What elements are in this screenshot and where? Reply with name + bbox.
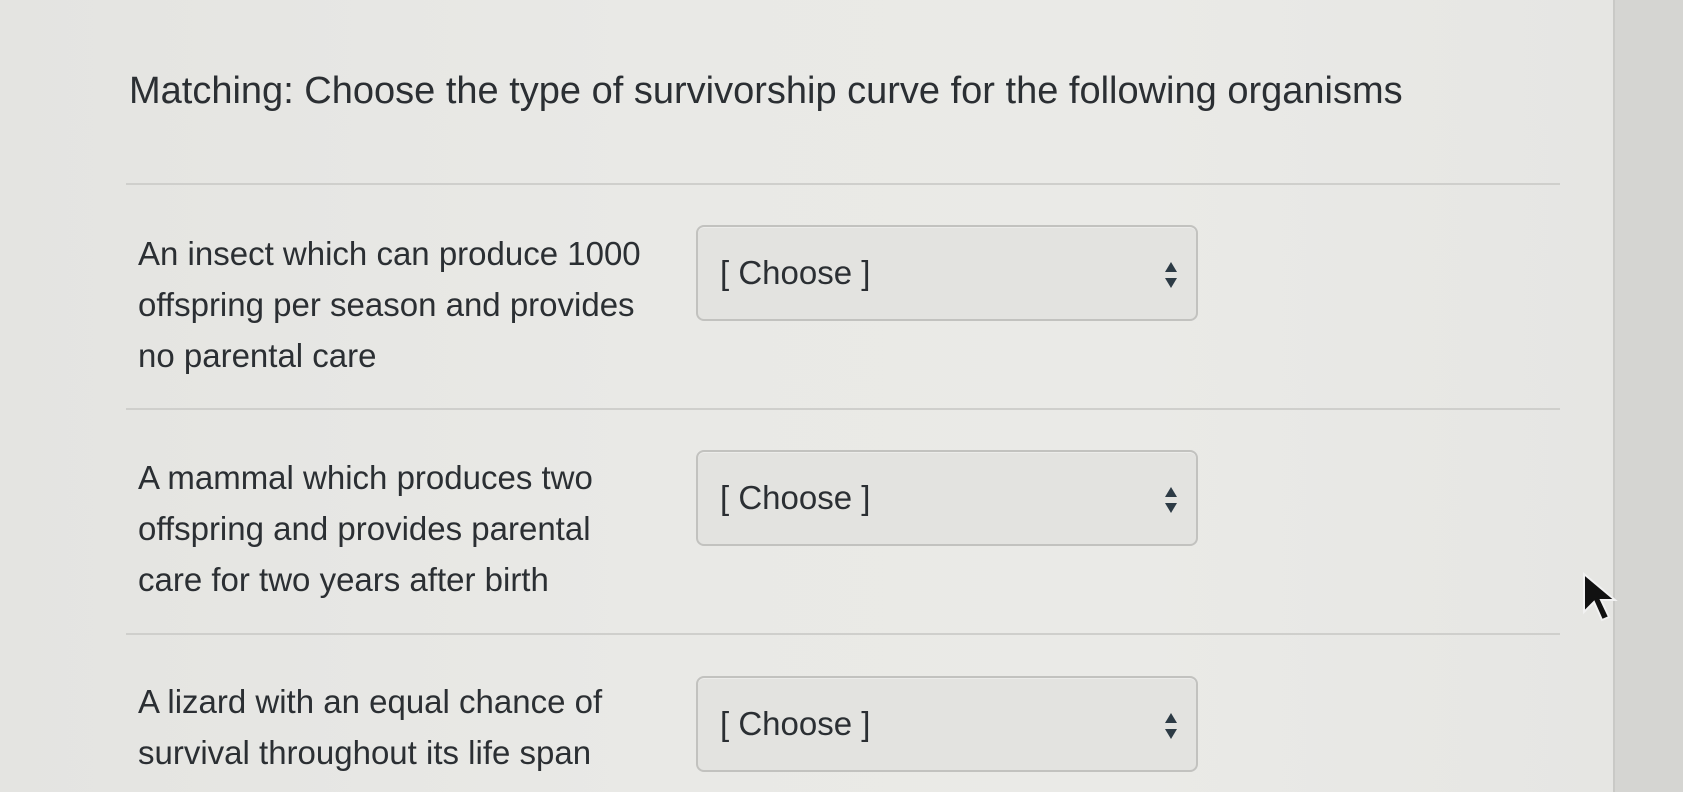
select-value: [ Choose ] bbox=[720, 254, 871, 291]
select-value: [ Choose ] bbox=[720, 479, 871, 516]
prompt-line: offspring and provides parental bbox=[138, 510, 591, 547]
answer-select[interactable]: [ Choose ] bbox=[696, 450, 1198, 546]
up-down-caret-icon bbox=[1165, 262, 1177, 288]
answer-select[interactable]: [ Choose ] bbox=[696, 676, 1198, 772]
match-prompt: An insect which can produce 1000 offspri… bbox=[138, 228, 698, 381]
prompt-line: A mammal which produces two bbox=[138, 459, 593, 496]
divider bbox=[126, 408, 1560, 410]
up-down-caret-icon bbox=[1165, 713, 1177, 739]
question-title: Matching: Choose the type of survivorshi… bbox=[129, 70, 1403, 112]
prompt-line: survival throughout its life span bbox=[138, 734, 592, 771]
prompt-line: no parental care bbox=[138, 337, 377, 374]
prompt-line: A lizard with an equal chance of bbox=[138, 683, 603, 720]
quiz-panel: Matching: Choose the type of survivorshi… bbox=[0, 0, 1615, 792]
prompt-line: offspring per season and provides bbox=[138, 286, 635, 323]
select-value: [ Choose ] bbox=[720, 705, 871, 742]
mouse-pointer-icon bbox=[1583, 572, 1618, 622]
up-down-caret-icon bbox=[1165, 487, 1177, 513]
match-prompt: A mammal which produces two offspring an… bbox=[138, 452, 698, 605]
answer-select[interactable]: [ Choose ] bbox=[696, 225, 1198, 321]
prompt-line: care for two years after birth bbox=[138, 561, 549, 598]
divider bbox=[126, 633, 1560, 635]
page-gutter bbox=[1615, 0, 1683, 792]
match-prompt: A lizard with an equal chance of surviva… bbox=[138, 676, 698, 778]
divider bbox=[126, 183, 1560, 185]
prompt-line: An insect which can produce 1000 bbox=[138, 235, 641, 272]
